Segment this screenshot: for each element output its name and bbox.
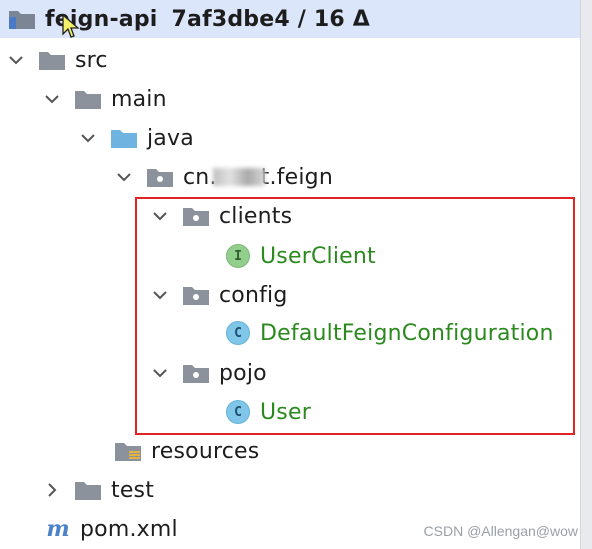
tree-label-test: test	[111, 477, 155, 503]
chevron-right-icon[interactable]	[42, 480, 62, 500]
chevron-down-icon[interactable]	[6, 50, 26, 70]
tree-node-main[interactable]: main	[42, 80, 167, 118]
tree-node-resources[interactable]: resources	[114, 432, 259, 470]
tree-label-package-prefix: cn.	[183, 164, 217, 190]
chevron-down-icon[interactable]	[114, 167, 134, 187]
tree-label-src: src	[75, 47, 108, 73]
tree-node-java[interactable]: java	[78, 119, 194, 157]
redacted-text	[212, 168, 265, 186]
tree-label-java: java	[147, 125, 194, 151]
watermark: CSDN @Allengan@wow	[423, 523, 578, 539]
project-tree-panel: feign-api 7af3dbe4 / 16 Δ src main java	[0, 0, 592, 549]
tree-label-package-suffix: t.feign	[260, 164, 333, 190]
package-icon	[147, 169, 173, 187]
tree-label-resources: resources	[151, 438, 260, 464]
annotation-highlight-box	[135, 197, 575, 435]
folder-icon	[75, 91, 101, 109]
tree-node-test[interactable]: test	[42, 471, 154, 509]
mouse-cursor-icon	[62, 14, 80, 38]
tree-node-pom[interactable]: m pom.xml	[44, 510, 178, 548]
tree-label-main: main	[111, 86, 167, 112]
tree-label-pom: pom.xml	[80, 516, 178, 542]
folder-icon	[75, 482, 101, 500]
folder-icon	[39, 52, 65, 70]
resources-folder-icon	[115, 443, 141, 461]
vcs-info: 7af3dbe4 / 16 Δ	[171, 6, 370, 32]
source-folder-icon	[111, 130, 137, 148]
maven-icon: m	[46, 516, 70, 542]
tree-node-src[interactable]: src	[6, 41, 108, 79]
tree-node-package-root[interactable]: cn. t.feign	[114, 158, 333, 196]
chevron-down-icon[interactable]	[42, 89, 62, 109]
module-folder-icon	[9, 11, 35, 29]
chevron-down-icon[interactable]	[78, 128, 98, 148]
scrollbar-track[interactable]	[580, 0, 592, 549]
